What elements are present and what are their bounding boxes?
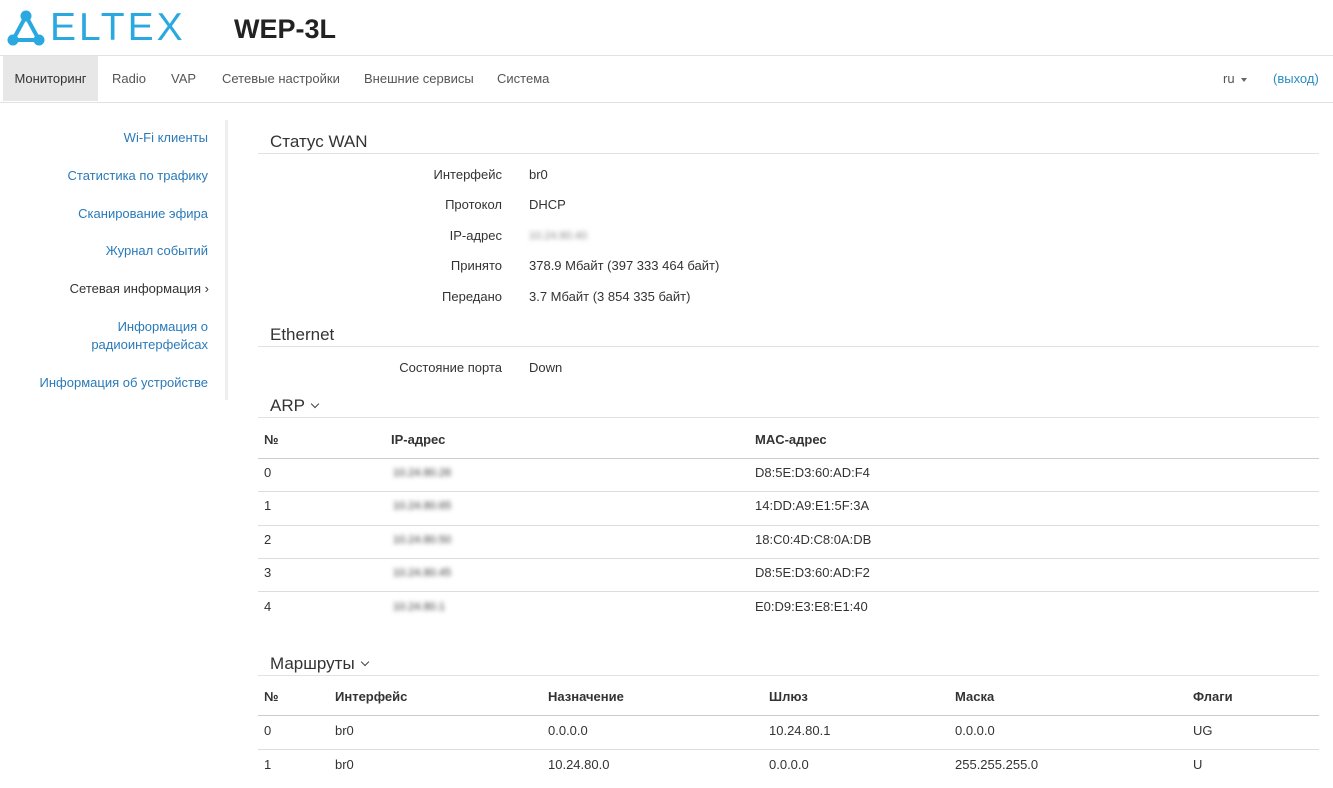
wan-label-sent: Передано [442, 289, 502, 304]
arp-cell-mac: D8:5E:D3:60:AD:F2 [755, 565, 870, 580]
tab-system[interactable]: Система [497, 56, 549, 101]
chevron-down-icon [360, 657, 369, 667]
divider [258, 153, 1319, 154]
sidebar-item-traffic-stats[interactable]: Статистика по трафику [68, 167, 208, 185]
routes-header-flags: Флаги [1193, 689, 1233, 704]
arp-cell-num: 1 [264, 498, 272, 513]
sidebar-item-device-info[interactable]: Информация об устройстве [40, 374, 208, 392]
top-nav: Мониторинг Radio VAP Сетевые настройки В… [0, 56, 1333, 103]
arp-cell-ip: 10.24.80.1 [393, 601, 445, 613]
wan-value-interface: br0 [529, 167, 548, 182]
route-cell-destination: 10.24.80.0 [548, 757, 610, 772]
row-divider [258, 558, 1319, 559]
sidebar-item-network-info[interactable]: Сетевая информация › [70, 280, 209, 298]
routes-toggle[interactable]: Маршруты [270, 653, 369, 675]
row-divider [258, 491, 1319, 492]
route-cell-mask: 0.0.0.0 [955, 723, 995, 738]
route-cell-gateway: 0.0.0.0 [769, 757, 809, 772]
routes-header-destination: Назначение [548, 689, 624, 704]
routes-title: Маршруты [270, 654, 355, 673]
arp-cell-num: 4 [264, 599, 272, 614]
logout-link[interactable]: (выход) [1273, 56, 1319, 101]
divider [258, 346, 1319, 347]
header: ELTEX WEP-3L [0, 0, 1333, 56]
arp-cell-ip: 10.24.80.26 [393, 467, 452, 479]
arp-title: ARP [270, 396, 305, 415]
arp-cell-mac: 14:DD:A9:E1:5F:3A [755, 498, 870, 513]
arp-cell-num: 0 [264, 465, 272, 480]
table-header-divider [258, 715, 1319, 716]
table-header-divider [258, 458, 1319, 459]
route-cell-interface: br0 [335, 757, 354, 772]
sidebar-item-wifi-clients[interactable]: Wi-Fi клиенты [124, 129, 208, 147]
sidebar-item-radio-info-line1[interactable]: Информация о [118, 318, 208, 336]
language-label: ru [1223, 71, 1235, 86]
row-divider [258, 525, 1319, 526]
wan-label-protocol: Протокол [445, 197, 502, 212]
ethernet-label-port-state: Состояние порта [399, 360, 502, 375]
sidebar: Wi-Fi клиенты Статистика по трафику Скан… [0, 120, 228, 400]
route-cell-num: 0 [264, 723, 272, 738]
wan-label-interface: Интерфейс [433, 167, 502, 182]
ethernet-value-port-state: Down [529, 360, 563, 375]
arp-header-mac: MAC-адрес [755, 432, 827, 447]
chevron-down-icon [310, 399, 320, 409]
route-cell-interface: br0 [335, 723, 354, 738]
eltex-logo: ELTEX [6, 6, 186, 50]
caret-down-icon [1240, 77, 1247, 82]
route-cell-mask: 255.255.255.0 [955, 757, 1039, 772]
arp-cell-mac: D8:5E:D3:60:AD:F4 [755, 465, 870, 480]
language-dropdown[interactable]: ru [1223, 56, 1247, 101]
arp-cell-mac: 18:C0:4D:C8:0A:DB [755, 532, 872, 547]
divider [258, 417, 1319, 418]
wan-status-title: Статус WAN [270, 132, 368, 151]
ethernet-title: Ethernet [270, 325, 335, 344]
route-cell-flags: UG [1193, 723, 1213, 738]
tab-vap[interactable]: VAP [171, 56, 196, 101]
arp-cell-ip: 10.24.80.45 [393, 567, 452, 579]
routes-header-interface: Интерфейс [335, 689, 408, 704]
arp-toggle[interactable]: ARP [270, 395, 320, 417]
sidebar-item-air-scan[interactable]: Сканирование эфира [78, 205, 208, 223]
wan-value-ip: 10.24.80.40 [529, 230, 588, 242]
row-divider [258, 591, 1319, 592]
route-cell-num: 1 [264, 757, 272, 772]
arp-cell-ip: 10.24.80.50 [393, 534, 452, 546]
sidebar-item-event-log[interactable]: Журнал событий [106, 242, 208, 260]
wan-value-sent: 3.7 Мбайт (3 854 335 байт) [529, 289, 691, 304]
arp-header-ip: IP-адрес [391, 432, 446, 447]
tab-network-settings[interactable]: Сетевые настройки [222, 56, 340, 101]
wan-value-received: 378.9 Мбайт (397 333 464 байт) [529, 258, 720, 273]
wan-label-received: Принято [450, 258, 502, 273]
routes-header-num: № [264, 689, 279, 704]
sidebar-item-radio-info-line2[interactable]: радиоинтерфейсах [91, 336, 208, 354]
wan-value-protocol: DHCP [529, 197, 566, 212]
arp-header-num: № [264, 432, 279, 447]
tab-external-services[interactable]: Внешние сервисы [364, 56, 474, 101]
tab-monitoring[interactable]: Мониторинг [3, 56, 98, 101]
device-model: WEP-3L [234, 14, 337, 44]
route-cell-gateway: 10.24.80.1 [769, 723, 831, 738]
route-cell-flags: U [1193, 757, 1203, 772]
wan-label-ip: IP-адрес [449, 228, 502, 243]
logo-text: ELTEX [50, 6, 186, 49]
arp-cell-ip: 10.24.80.65 [393, 500, 452, 512]
arp-cell-num: 3 [264, 565, 272, 580]
route-cell-destination: 0.0.0.0 [548, 723, 588, 738]
divider [258, 675, 1319, 676]
arp-cell-mac: E0:D9:E3:E8:E1:40 [755, 599, 868, 614]
row-divider [258, 749, 1319, 750]
arp-cell-num: 2 [264, 532, 272, 547]
tab-radio[interactable]: Radio [112, 56, 146, 101]
routes-header-mask: Маска [955, 689, 995, 704]
eltex-logo-icon [7, 10, 45, 46]
routes-header-gateway: Шлюз [769, 689, 808, 704]
